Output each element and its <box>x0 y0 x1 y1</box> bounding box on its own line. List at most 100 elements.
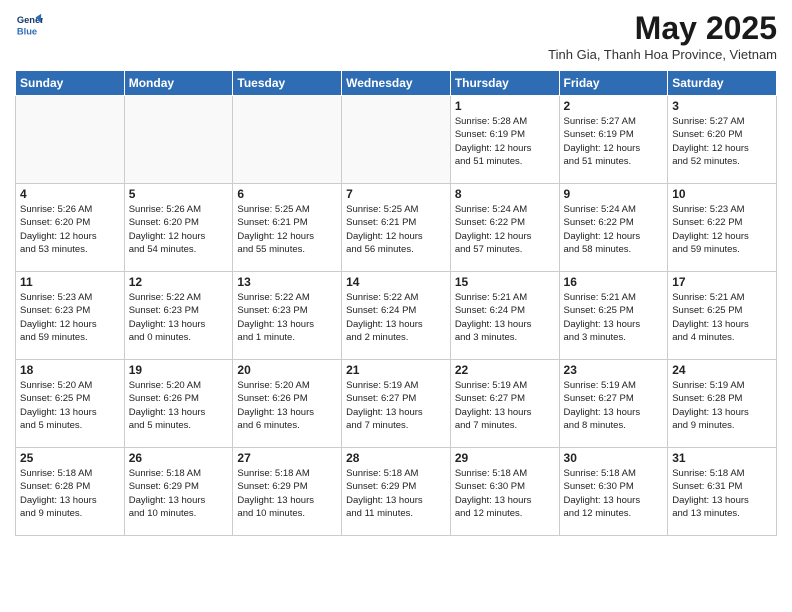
calendar-cell: 23 Sunrise: 5:19 AM Sunset: 6:27 PM Dayli… <box>559 360 668 448</box>
calendar-cell: 2 Sunrise: 5:27 AM Sunset: 6:19 PM Daylig… <box>559 96 668 184</box>
cell-info: Sunrise: 5:26 AM Sunset: 6:20 PM Dayligh… <box>20 203 120 256</box>
day-header-thursday: Thursday <box>450 71 559 96</box>
day-number: 16 <box>564 275 664 289</box>
calendar-week-4: 18 Sunrise: 5:20 AM Sunset: 6:25 PM Dayli… <box>16 360 777 448</box>
day-number: 10 <box>672 187 772 201</box>
location-subtitle: Tinh Gia, Thanh Hoa Province, Vietnam <box>548 47 777 62</box>
cell-info: Sunrise: 5:18 AM Sunset: 6:30 PM Dayligh… <box>455 467 555 520</box>
calendar-cell: 11Sunrise: 5:23 AM Sunset: 6:23 PM Dayli… <box>16 272 125 360</box>
day-number: 9 <box>564 187 664 201</box>
day-number: 17 <box>672 275 772 289</box>
day-header-wednesday: Wednesday <box>342 71 451 96</box>
calendar-cell: 24 Sunrise: 5:19 AM Sunset: 6:28 PM Dayli… <box>668 360 777 448</box>
calendar-cell: 14 Sunrise: 5:22 AM Sunset: 6:24 PM Dayli… <box>342 272 451 360</box>
day-number: 3 <box>672 99 772 113</box>
cell-info: Sunrise: 5:20 AM Sunset: 6:26 PM Dayligh… <box>129 379 229 432</box>
calendar-cell: 21 Sunrise: 5:19 AM Sunset: 6:27 PM Dayli… <box>342 360 451 448</box>
calendar-cell: 28Sunrise: 5:18 AM Sunset: 6:29 PM Dayli… <box>342 448 451 536</box>
day-header-sunday: Sunday <box>16 71 125 96</box>
day-header-saturday: Saturday <box>668 71 777 96</box>
calendar-cell: 1 Sunrise: 5:28 AM Sunset: 6:19 PM Daylig… <box>450 96 559 184</box>
day-number: 23 <box>564 363 664 377</box>
calendar-cell <box>233 96 342 184</box>
day-number: 8 <box>455 187 555 201</box>
cell-info: Sunrise: 5:18 AM Sunset: 6:29 PM Dayligh… <box>237 467 337 520</box>
day-number: 12 <box>129 275 229 289</box>
logo: General Blue <box>15 10 43 38</box>
cell-info: Sunrise: 5:19 AM Sunset: 6:27 PM Dayligh… <box>564 379 664 432</box>
day-number: 30 <box>564 451 664 465</box>
calendar-cell: 26Sunrise: 5:18 AM Sunset: 6:29 PM Dayli… <box>124 448 233 536</box>
cell-info: Sunrise: 5:27 AM Sunset: 6:19 PM Dayligh… <box>564 115 664 168</box>
day-number: 14 <box>346 275 446 289</box>
calendar-week-2: 4Sunrise: 5:26 AM Sunset: 6:20 PM Daylig… <box>16 184 777 272</box>
cell-info: Sunrise: 5:22 AM Sunset: 6:23 PM Dayligh… <box>129 291 229 344</box>
title-area: May 2025 Tinh Gia, Thanh Hoa Province, V… <box>548 10 777 62</box>
calendar-cell: 30 Sunrise: 5:18 AM Sunset: 6:30 PM Dayli… <box>559 448 668 536</box>
cell-info: Sunrise: 5:19 AM Sunset: 6:27 PM Dayligh… <box>455 379 555 432</box>
day-number: 19 <box>129 363 229 377</box>
day-number: 2 <box>564 99 664 113</box>
header: General Blue May 2025 Tinh Gia, Thanh Ho… <box>15 10 777 62</box>
day-header-friday: Friday <box>559 71 668 96</box>
calendar-cell: 22 Sunrise: 5:19 AM Sunset: 6:27 PM Dayli… <box>450 360 559 448</box>
cell-info: Sunrise: 5:18 AM Sunset: 6:29 PM Dayligh… <box>346 467 446 520</box>
cell-info: Sunrise: 5:19 AM Sunset: 6:27 PM Dayligh… <box>346 379 446 432</box>
cell-info: Sunrise: 5:25 AM Sunset: 6:21 PM Dayligh… <box>346 203 446 256</box>
cell-info: Sunrise: 5:28 AM Sunset: 6:19 PM Dayligh… <box>455 115 555 168</box>
cell-info: Sunrise: 5:21 AM Sunset: 6:25 PM Dayligh… <box>564 291 664 344</box>
cell-info: Sunrise: 5:20 AM Sunset: 6:26 PM Dayligh… <box>237 379 337 432</box>
logo-icon: General Blue <box>15 10 43 38</box>
cell-info: Sunrise: 5:22 AM Sunset: 6:23 PM Dayligh… <box>237 291 337 344</box>
day-number: 21 <box>346 363 446 377</box>
calendar-cell: 5Sunrise: 5:26 AM Sunset: 6:20 PM Daylig… <box>124 184 233 272</box>
calendar-cell: 3Sunrise: 5:27 AM Sunset: 6:20 PM Daylig… <box>668 96 777 184</box>
calendar-cell: 19 Sunrise: 5:20 AM Sunset: 6:26 PM Dayli… <box>124 360 233 448</box>
calendar-week-3: 11Sunrise: 5:23 AM Sunset: 6:23 PM Dayli… <box>16 272 777 360</box>
day-number: 18 <box>20 363 120 377</box>
day-number: 13 <box>237 275 337 289</box>
cell-info: Sunrise: 5:23 AM Sunset: 6:23 PM Dayligh… <box>20 291 120 344</box>
calendar-cell: 6 Sunrise: 5:25 AM Sunset: 6:21 PM Daylig… <box>233 184 342 272</box>
calendar-cell: 15Sunrise: 5:21 AM Sunset: 6:24 PM Dayli… <box>450 272 559 360</box>
page-container: General Blue May 2025 Tinh Gia, Thanh Ho… <box>0 0 792 546</box>
calendar-header-row: SundayMondayTuesdayWednesdayThursdayFrid… <box>16 71 777 96</box>
cell-info: Sunrise: 5:22 AM Sunset: 6:24 PM Dayligh… <box>346 291 446 344</box>
day-number: 15 <box>455 275 555 289</box>
calendar-cell: 20 Sunrise: 5:20 AM Sunset: 6:26 PM Dayli… <box>233 360 342 448</box>
cell-info: Sunrise: 5:24 AM Sunset: 6:22 PM Dayligh… <box>564 203 664 256</box>
cell-info: Sunrise: 5:23 AM Sunset: 6:22 PM Dayligh… <box>672 203 772 256</box>
day-number: 6 <box>237 187 337 201</box>
calendar-cell <box>342 96 451 184</box>
day-number: 20 <box>237 363 337 377</box>
calendar-cell: 27 Sunrise: 5:18 AM Sunset: 6:29 PM Dayli… <box>233 448 342 536</box>
cell-info: Sunrise: 5:18 AM Sunset: 6:30 PM Dayligh… <box>564 467 664 520</box>
calendar-cell: 16 Sunrise: 5:21 AM Sunset: 6:25 PM Dayli… <box>559 272 668 360</box>
day-number: 7 <box>346 187 446 201</box>
day-number: 22 <box>455 363 555 377</box>
calendar-table: SundayMondayTuesdayWednesdayThursdayFrid… <box>15 70 777 536</box>
month-title: May 2025 <box>548 10 777 47</box>
cell-info: Sunrise: 5:25 AM Sunset: 6:21 PM Dayligh… <box>237 203 337 256</box>
day-number: 27 <box>237 451 337 465</box>
cell-info: Sunrise: 5:21 AM Sunset: 6:25 PM Dayligh… <box>672 291 772 344</box>
day-header-monday: Monday <box>124 71 233 96</box>
calendar-cell: 29Sunrise: 5:18 AM Sunset: 6:30 PM Dayli… <box>450 448 559 536</box>
cell-info: Sunrise: 5:19 AM Sunset: 6:28 PM Dayligh… <box>672 379 772 432</box>
cell-info: Sunrise: 5:20 AM Sunset: 6:25 PM Dayligh… <box>20 379 120 432</box>
calendar-cell: 31Sunrise: 5:18 AM Sunset: 6:31 PM Dayli… <box>668 448 777 536</box>
day-number: 1 <box>455 99 555 113</box>
calendar-cell: 8Sunrise: 5:24 AM Sunset: 6:22 PM Daylig… <box>450 184 559 272</box>
day-number: 24 <box>672 363 772 377</box>
calendar-cell <box>124 96 233 184</box>
calendar-cell: 25Sunrise: 5:18 AM Sunset: 6:28 PM Dayli… <box>16 448 125 536</box>
day-number: 26 <box>129 451 229 465</box>
calendar-cell: 12 Sunrise: 5:22 AM Sunset: 6:23 PM Dayli… <box>124 272 233 360</box>
svg-text:Blue: Blue <box>17 26 37 36</box>
day-header-tuesday: Tuesday <box>233 71 342 96</box>
calendar-cell: 10 Sunrise: 5:23 AM Sunset: 6:22 PM Dayli… <box>668 184 777 272</box>
calendar-cell <box>16 96 125 184</box>
calendar-week-1: 1 Sunrise: 5:28 AM Sunset: 6:19 PM Daylig… <box>16 96 777 184</box>
calendar-cell: 17 Sunrise: 5:21 AM Sunset: 6:25 PM Dayli… <box>668 272 777 360</box>
calendar-cell: 7 Sunrise: 5:25 AM Sunset: 6:21 PM Daylig… <box>342 184 451 272</box>
